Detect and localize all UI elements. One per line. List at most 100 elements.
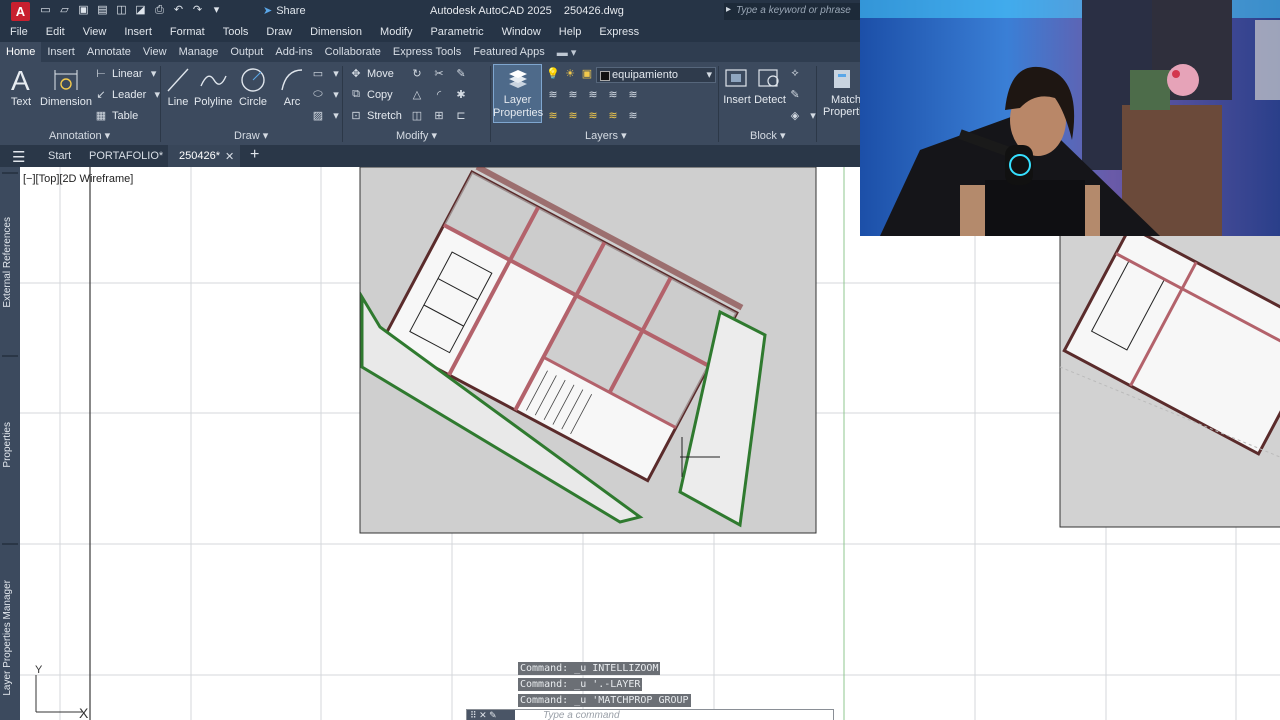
tab-output[interactable]: Output [224, 42, 269, 62]
move-button[interactable]: ✥ Move [349, 67, 394, 81]
table-button[interactable]: ▦ Table [94, 109, 139, 123]
text-button[interactable]: A Text [8, 66, 34, 108]
array-icon[interactable]: ⊞ [432, 109, 446, 122]
layer-isolate-icon[interactable]: ≋ [546, 88, 560, 101]
menu-insert[interactable]: Insert [115, 23, 161, 42]
tab-express-tools[interactable]: Express Tools [387, 42, 467, 62]
scale-icon[interactable]: ◫ [410, 109, 424, 122]
sun-icon[interactable]: ☀ [563, 67, 577, 80]
dimension-button[interactable]: Dimension [40, 66, 92, 108]
layer-match-icon[interactable]: ≋ [626, 88, 640, 101]
qat-dropdown-icon[interactable]: ▾ [209, 3, 224, 18]
layers-panel-title[interactable]: Layers ▾ [585, 129, 627, 142]
tab-portafolio[interactable]: PORTAFOLIO* [89, 150, 163, 162]
hatch-button[interactable]: ▨ ▾ [311, 109, 343, 122]
circle-button[interactable]: Circle [238, 66, 268, 108]
fillet-icon[interactable]: ◜ [432, 88, 446, 101]
mirror-icon[interactable]: △ [410, 88, 424, 101]
close-tab-icon[interactable]: ✕ [225, 150, 234, 163]
tab-collaborate[interactable]: Collaborate [319, 42, 387, 62]
tab-manage[interactable]: Manage [173, 42, 225, 62]
layer-thaw-icon[interactable]: ≋ [586, 109, 600, 122]
menu-draw[interactable]: Draw [257, 23, 301, 42]
menu-tools[interactable]: Tools [214, 23, 258, 42]
rotate-icon[interactable]: ↻ [410, 67, 424, 80]
ellipse-button[interactable]: ⬭ ▾ [311, 88, 343, 101]
menu-file[interactable]: File [0, 23, 37, 42]
hamburger-menu-icon[interactable]: ☰ [12, 148, 25, 166]
menu-modify[interactable]: Modify [371, 23, 421, 42]
menu-help[interactable]: Help [550, 23, 591, 42]
menu-view[interactable]: View [74, 23, 116, 42]
help-search-input[interactable]: Type a keyword or phrase [724, 3, 860, 20]
offset-icon[interactable]: ⊏ [454, 109, 468, 122]
layer-dropdown[interactable]: equipamiento [596, 67, 716, 83]
layer-lock-icon[interactable]: ≋ [606, 88, 620, 101]
tab-active-drawing[interactable]: 250426* [179, 150, 220, 162]
save-icon[interactable]: ▣ [76, 3, 91, 18]
menu-parametric[interactable]: Parametric [421, 23, 492, 42]
polyline-button[interactable]: Polyline [194, 66, 233, 108]
menu-window[interactable]: Window [493, 23, 550, 42]
undo-icon[interactable]: ↶ [171, 3, 186, 18]
tab-featured-apps[interactable]: Featured Apps [467, 42, 551, 62]
tab-home[interactable]: Home [0, 42, 42, 62]
layer-freeze-icon[interactable]: ≋ [586, 88, 600, 101]
annotation-panel-title[interactable]: Annotation ▾ [49, 129, 110, 142]
stretch-button[interactable]: ⊡ Stretch [349, 109, 401, 123]
insert-button[interactable]: Insert [722, 66, 752, 106]
command-input[interactable]: Type a command [543, 710, 620, 720]
lock-icon[interactable]: ▣ [580, 67, 594, 80]
create-block-button[interactable]: ⟡ [788, 67, 802, 80]
tab-insert[interactable]: Insert [41, 42, 81, 62]
tab-annotate[interactable]: Annotate [81, 42, 137, 62]
redo-icon[interactable]: ↷ [190, 3, 205, 18]
layer-unlock-icon[interactable]: ≋ [606, 109, 620, 122]
command-line-controls[interactable]: ⠿ ✕ ✎ [467, 710, 515, 720]
linear-button[interactable]: ⊢ Linear ▾ [94, 67, 161, 81]
properties-palette[interactable]: Properties [2, 422, 13, 468]
tab-view[interactable]: View [137, 42, 173, 62]
open-file-icon[interactable]: ▱ [57, 3, 72, 18]
detect-button[interactable]: Detect [754, 66, 786, 106]
tab-add-ins[interactable]: Add-ins [269, 42, 318, 62]
plot-icon[interactable]: ⎙ [152, 3, 167, 18]
share-button[interactable]: ➤ Share [263, 4, 306, 17]
edit-block-button[interactable]: ✎ [788, 88, 802, 101]
viewport-controls[interactable]: [−][Top][2D Wireframe] [23, 173, 133, 185]
erase-icon[interactable]: ✎ [454, 67, 468, 80]
menu-edit[interactable]: Edit [37, 23, 74, 42]
layer-off-icon[interactable]: ≋ [566, 88, 580, 101]
copy-button[interactable]: ⧉ Copy [349, 88, 393, 101]
floor-plan-sheet-copy[interactable] [1059, 224, 1280, 528]
application-menu-button[interactable]: A [11, 2, 30, 21]
modify-panel-title[interactable]: Modify ▾ [396, 129, 437, 142]
rectangle-button[interactable]: ▭ ▾ [311, 67, 343, 80]
external-references-palette[interactable]: External References [2, 217, 13, 308]
layer-on-icon[interactable]: ≋ [566, 109, 580, 122]
ribbon-display-toggle-icon[interactable]: ▬ ▾ [551, 42, 583, 62]
menu-dimension[interactable]: Dimension [301, 23, 371, 42]
menu-express[interactable]: Express [590, 23, 648, 42]
floor-plan-sheet[interactable] [359, 167, 817, 534]
command-line[interactable]: ⠿ ✕ ✎ Type a command [466, 709, 834, 720]
save-as-icon[interactable]: ▤ [95, 3, 110, 18]
block-panel-title[interactable]: Block ▾ [750, 129, 785, 142]
layer-unisolate-icon[interactable]: ≋ [546, 109, 560, 122]
new-tab-icon[interactable]: + [250, 146, 259, 164]
menu-format[interactable]: Format [161, 23, 214, 42]
layer-properties-manager-palette[interactable]: Layer Properties Manager [2, 580, 13, 696]
light-bulb-icon[interactable]: 💡 [546, 67, 560, 80]
arc-button[interactable]: Arc [278, 66, 306, 108]
explode-icon[interactable]: ✱ [454, 88, 468, 101]
match-properties-button[interactable]: Match Properti [822, 66, 862, 118]
new-file-icon[interactable]: ▭ [38, 3, 53, 18]
drawing-canvas[interactable]: Y X [20, 167, 1280, 720]
layer-walk-icon[interactable]: ≋ [626, 109, 640, 122]
leader-button[interactable]: ↙ Leader ▾ [94, 88, 164, 102]
open-from-web-icon[interactable]: ◫ [114, 3, 129, 18]
line-button[interactable]: Line [164, 66, 192, 108]
trim-icon[interactable]: ✂ [432, 67, 446, 80]
tab-start[interactable]: Start [48, 150, 71, 162]
save-to-web-icon[interactable]: ◪ [133, 3, 148, 18]
